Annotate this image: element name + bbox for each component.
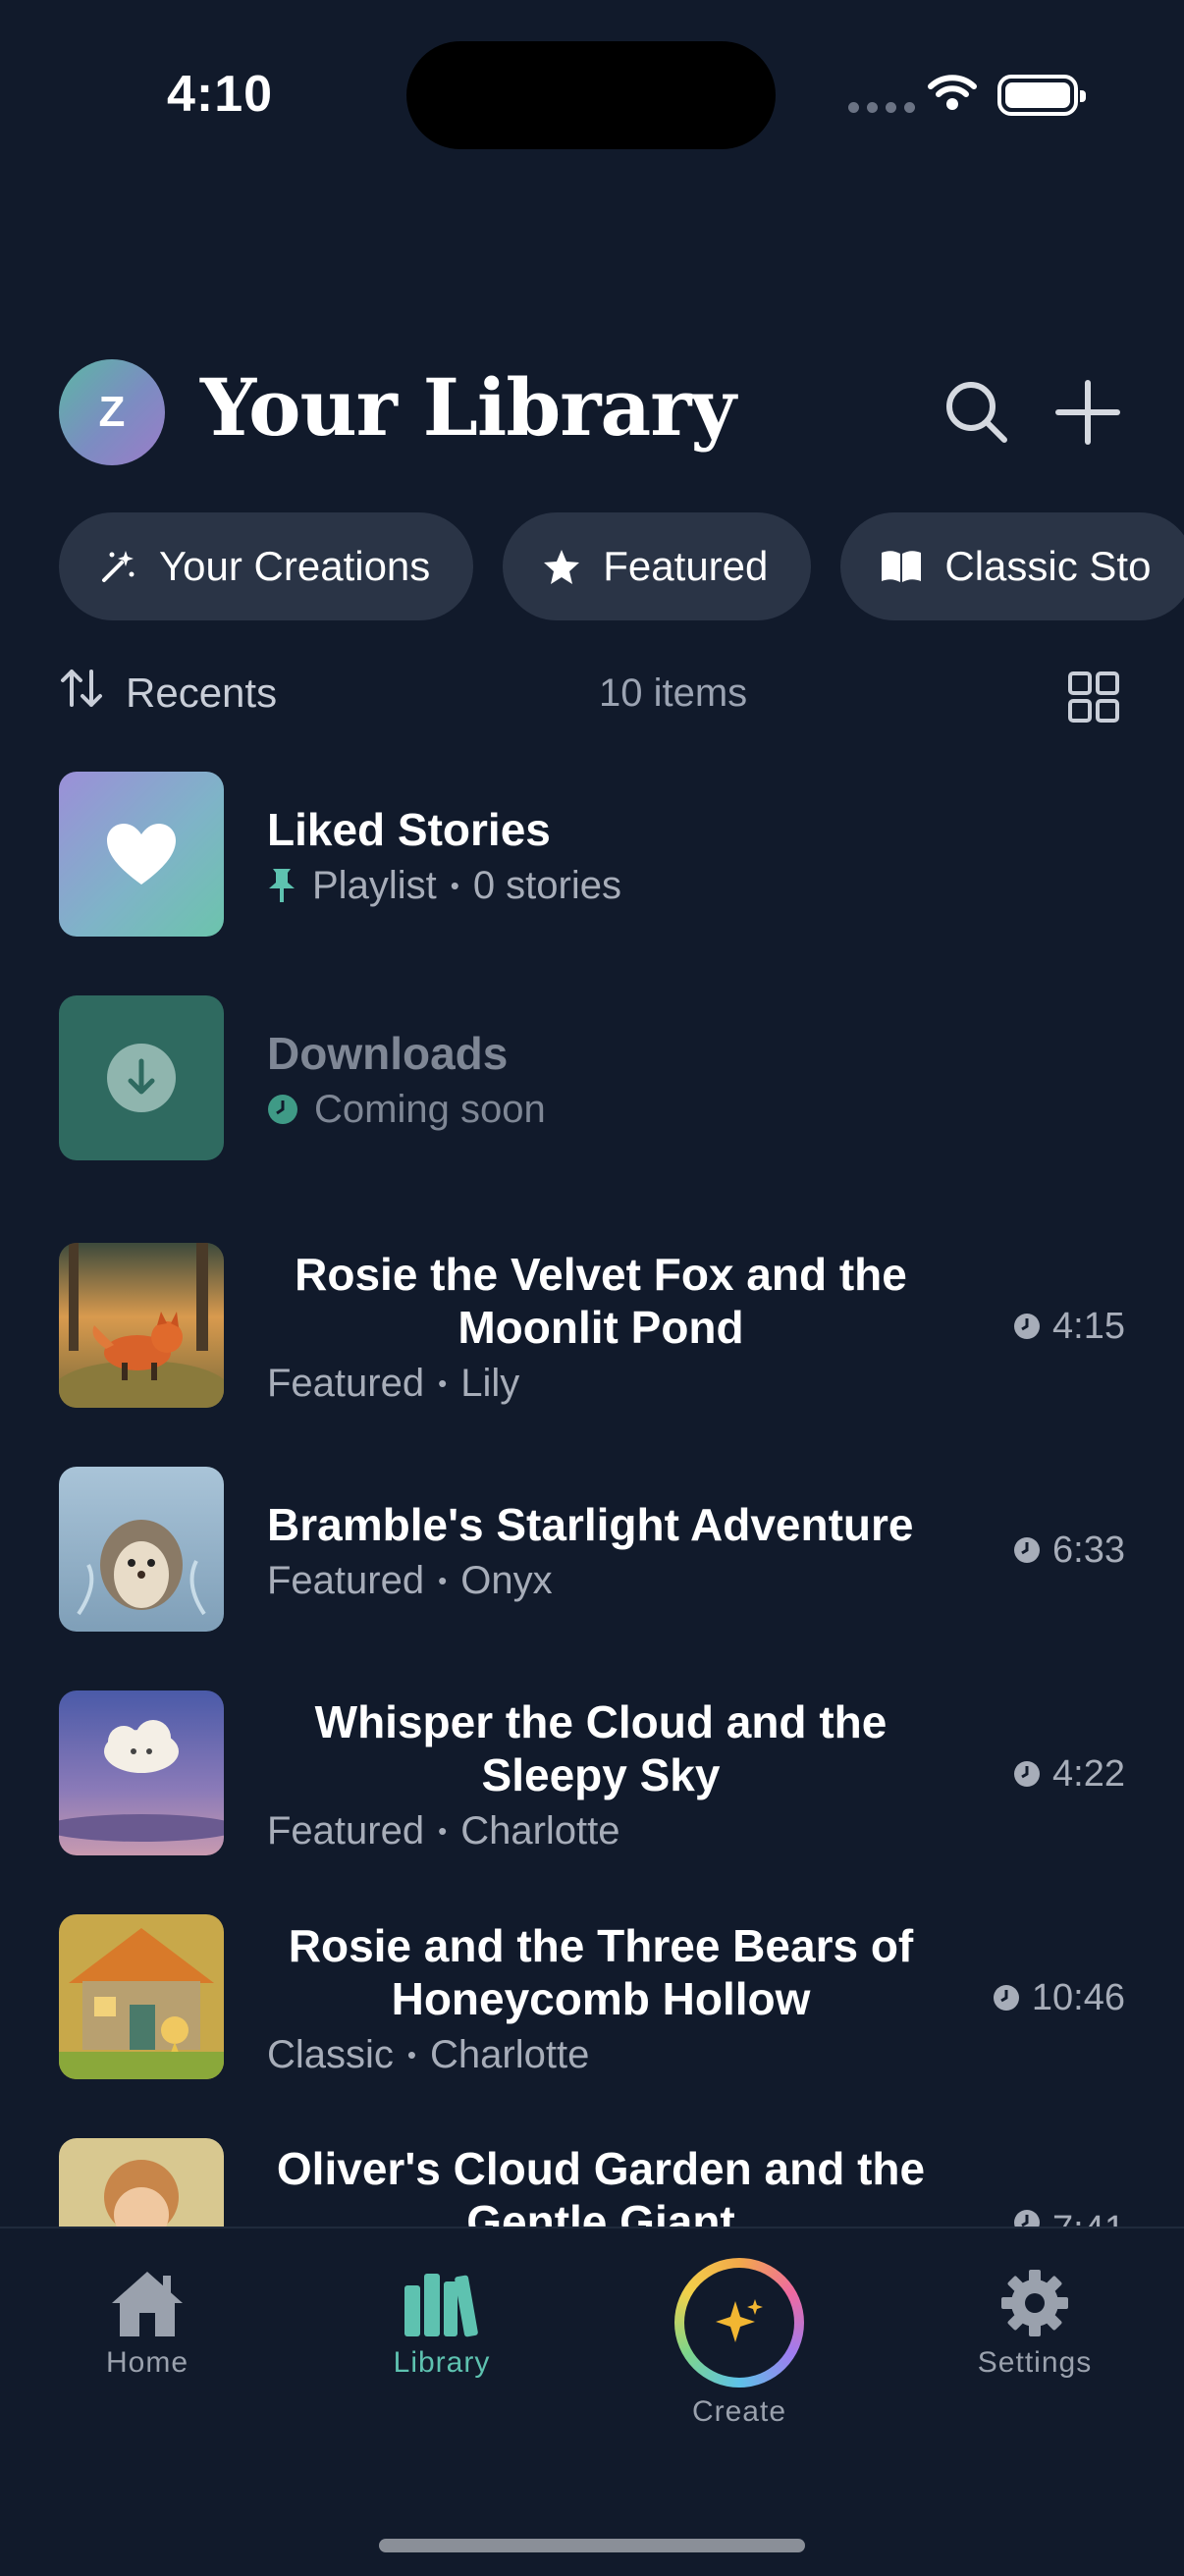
cellular-signal-icon — [848, 102, 915, 113]
home-indicator[interactable] — [379, 2539, 805, 2552]
story-thumbnail — [59, 1914, 224, 2079]
search-icon[interactable] — [938, 373, 1016, 452]
item-narrator: Onyx — [460, 1558, 553, 1602]
list-item-story[interactable]: Rosie and the Three Bears of Honeycomb H… — [59, 1914, 1125, 2081]
heart-icon — [59, 772, 224, 937]
wifi-icon — [928, 75, 977, 110]
chip-label: Your Creations — [159, 543, 431, 589]
chip-your-creations[interactable]: Your Creations — [59, 512, 474, 620]
clock-icon — [993, 1985, 1019, 2011]
status-time: 4:10 — [167, 66, 274, 123]
list-item-liked-stories[interactable]: Liked Stories Playlist • 0 stories — [59, 772, 1125, 939]
item-category: Featured — [267, 1361, 425, 1405]
chip-label: Featured — [603, 543, 769, 589]
sparkle-icon — [716, 2299, 763, 2342]
clock-icon — [1014, 1537, 1041, 1563]
story-thumbnail — [59, 1690, 224, 1855]
book-icon — [880, 547, 923, 586]
list-item-story[interactable]: Rosie the Velvet Fox and the Moonlit Pon… — [59, 1243, 1125, 1410]
tab-settings[interactable]: Settings — [937, 2268, 1133, 2380]
chip-featured[interactable]: Featured — [503, 512, 812, 620]
add-icon[interactable] — [1049, 373, 1127, 452]
item-count: 10 items — [599, 671, 748, 715]
star-icon — [542, 547, 581, 586]
item-title: Rosie the Velvet Fox and the Moonlit Pon… — [295, 1248, 907, 1353]
separator: • — [438, 1368, 448, 1398]
library-icon — [404, 2274, 478, 2337]
tab-label: Home — [105, 2346, 189, 2379]
item-duration: 10:46 — [1031, 1976, 1125, 2018]
item-type: Playlist — [312, 863, 437, 907]
filter-chips: Your Creations Featured Classic Sto — [59, 512, 1184, 620]
tab-create[interactable]: Create — [641, 2258, 837, 2429]
dynamic-island — [406, 41, 776, 149]
item-duration: 4:22 — [1052, 1752, 1125, 1795]
sort-button[interactable]: Recents — [59, 668, 277, 719]
gear-icon — [1001, 2270, 1068, 2336]
separator: • — [406, 2039, 417, 2069]
separator: • — [450, 870, 459, 900]
chip-classic-stories[interactable]: Classic Sto — [840, 512, 1184, 620]
grid-view-icon[interactable] — [1068, 671, 1119, 723]
item-duration: 6:33 — [1052, 1529, 1125, 1571]
avatar[interactable]: Z — [59, 359, 165, 465]
item-title: Rosie and the Three Bears of Honeycomb H… — [288, 1919, 914, 2024]
tab-label: Library — [393, 2346, 491, 2379]
item-title: Liked Stories — [267, 803, 551, 855]
battery-icon — [997, 75, 1086, 116]
sort-arrows-icon — [59, 668, 104, 719]
item-category: Featured — [267, 1808, 425, 1852]
page-title: Your Library — [200, 361, 736, 454]
item-category: Featured — [267, 1558, 425, 1602]
tab-label: Settings — [977, 2346, 1093, 2379]
item-title: Downloads — [267, 1027, 509, 1079]
item-title: Bramble's Starlight Adventure — [267, 1498, 914, 1550]
magic-wand-icon — [98, 547, 137, 586]
separator: • — [438, 1815, 448, 1846]
item-title: Whisper the Cloud and the Sleepy Sky — [314, 1695, 888, 1800]
story-thumbnail — [59, 1467, 224, 1632]
tab-library[interactable]: Library — [344, 2268, 540, 2380]
clock-icon — [268, 1095, 297, 1124]
item-duration: 4:15 — [1052, 1305, 1125, 1347]
clock-icon — [1014, 1761, 1041, 1787]
item-category: Classic — [267, 2032, 394, 2076]
separator: • — [438, 1565, 448, 1595]
story-thumbnail — [59, 1243, 224, 1408]
list-item-story[interactable]: Bramble's Starlight Adventure Featured •… — [59, 1467, 1125, 1634]
tab-bar: Home Library Create Settings — [0, 2227, 1184, 2576]
item-status: Coming soon — [314, 1087, 546, 1131]
item-narrator: Charlotte — [430, 2032, 590, 2076]
tab-home[interactable]: Home — [49, 2268, 245, 2380]
list-item-downloads[interactable]: Downloads Coming soon — [59, 995, 1125, 1162]
item-count-text: 0 stories — [472, 863, 621, 907]
list-item-story[interactable]: Whisper the Cloud and the Sleepy Sky Fea… — [59, 1690, 1125, 1857]
create-button[interactable] — [674, 2258, 804, 2388]
chip-label: Classic Sto — [944, 543, 1152, 589]
pin-icon — [269, 869, 295, 902]
item-narrator: Charlotte — [460, 1808, 620, 1852]
download-icon — [59, 995, 224, 1160]
item-narrator: Lily — [460, 1361, 520, 1405]
tab-label: Create — [691, 2395, 787, 2428]
clock-icon — [1014, 1314, 1041, 1339]
home-icon — [112, 2272, 183, 2336]
sort-label: Recents — [126, 670, 278, 716]
